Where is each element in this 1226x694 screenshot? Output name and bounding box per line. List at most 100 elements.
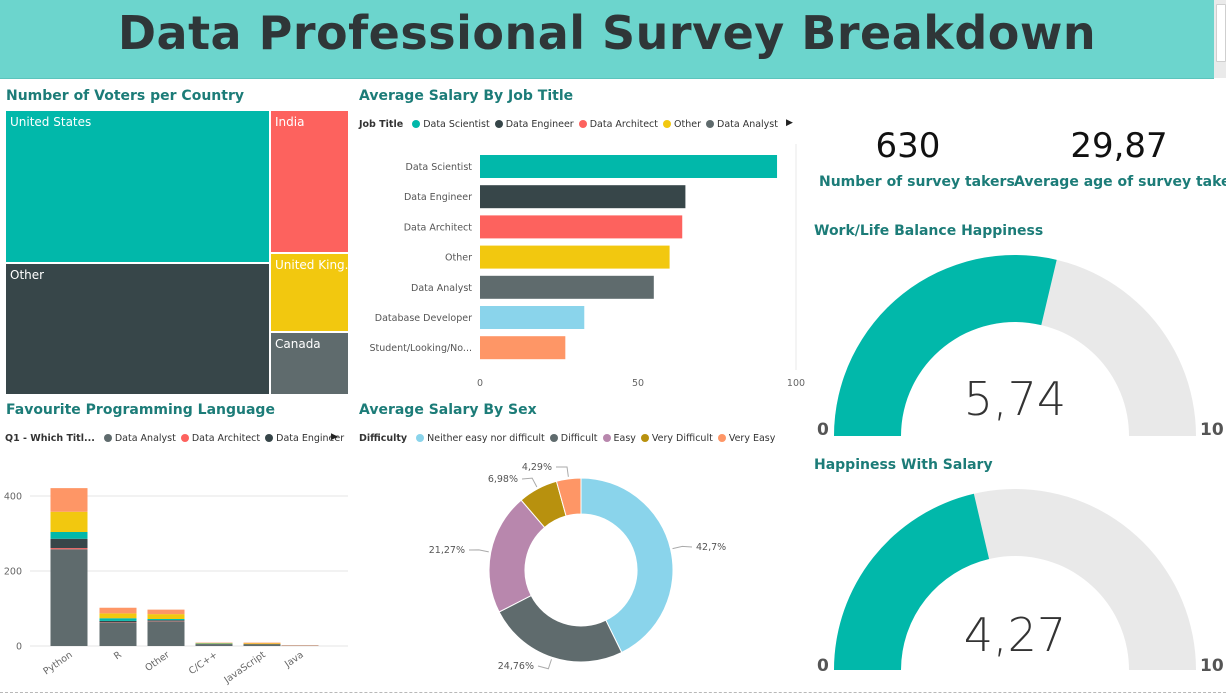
legend-label: Data Engineer	[505, 119, 574, 130]
legend-next-arrow[interactable]: ▶	[331, 432, 338, 442]
legend-label: Very Easy	[728, 433, 776, 444]
legend-title: Difficulty	[359, 433, 408, 444]
category-label: Data Architect	[404, 222, 473, 233]
bar-segment[interactable]	[147, 609, 185, 615]
legend-item[interactable]: Data Architect	[578, 119, 658, 130]
bar-segment[interactable]	[147, 619, 185, 621]
treemap-label: India	[275, 115, 305, 129]
legend-item[interactable]: Very Easy	[717, 433, 776, 444]
slice-label: 24,76%	[498, 661, 534, 672]
x-tick-label: 50	[632, 378, 644, 389]
legend-item[interactable]: Data Architect	[180, 433, 260, 444]
x-tick-label: C/C++	[187, 649, 220, 677]
bar-segment[interactable]	[50, 548, 88, 550]
x-tick-label: 100	[787, 378, 805, 389]
legend-label: Very Difficult	[651, 433, 713, 444]
bar[interactable]	[480, 275, 654, 299]
bar-segment[interactable]	[50, 532, 88, 539]
legend-label: Difficult	[560, 433, 598, 444]
bar[interactable]	[480, 185, 686, 209]
bar-segment[interactable]	[50, 511, 88, 532]
bottom-divider	[0, 692, 1226, 693]
x-tick-label: Python	[41, 649, 74, 677]
bar-segment[interactable]	[147, 621, 185, 646]
scrollbar-thumb[interactable]	[1216, 4, 1226, 62]
treemap-cell-india[interactable]: India	[270, 110, 349, 253]
bar-segment[interactable]	[195, 644, 233, 646]
treemap-cell-united-states[interactable]: United States	[5, 110, 270, 263]
bar-segment[interactable]	[99, 607, 137, 614]
slice-label: 6,98%	[488, 474, 518, 485]
bar-segment[interactable]	[99, 613, 137, 619]
legend-item[interactable]: Easy	[602, 433, 636, 444]
legend-dot-icon	[706, 120, 714, 128]
survey-takers-value: 630	[875, 126, 941, 166]
legend-item[interactable]: Other	[663, 119, 701, 130]
salary-happiness-gauge-title: Happiness With Salary	[814, 457, 993, 473]
legend-item[interactable]: Neither easy nor difficult	[416, 433, 545, 444]
treemap-cell-united-kingdom[interactable]: United King...	[270, 253, 356, 332]
legend-label: Neither easy nor difficult	[427, 433, 545, 444]
legend-title: Job Title	[359, 119, 404, 130]
bar-segment[interactable]	[243, 642, 281, 644]
legend-dot-icon	[103, 434, 112, 442]
leader-line	[468, 549, 489, 553]
category-label: Data Analyst	[411, 283, 472, 294]
salary-job-legend: Job Title Data Scientist Data Engineer Dat…	[359, 119, 783, 130]
legend-item[interactable]: Very Difficult	[640, 433, 713, 444]
legend-item[interactable]: Difficult	[549, 433, 598, 444]
legend-dot-icon	[578, 120, 587, 128]
legend-item[interactable]: Data Engineer	[494, 119, 574, 130]
treemap-cell-canada[interactable]: Canada	[270, 332, 349, 395]
legend-dot-icon	[416, 434, 425, 442]
bar-segment[interactable]	[50, 549, 88, 646]
language-title: Favourite Programming Language	[6, 402, 275, 418]
treemap-title: Number of Voters per Country	[6, 88, 244, 104]
bar-segment[interactable]	[99, 620, 137, 623]
bar-segment[interactable]	[147, 614, 185, 619]
treemap-label: United States	[10, 115, 92, 129]
work-life-gauge-title: Work/Life Balance Happiness	[814, 223, 1044, 239]
category-label: Database Developer	[375, 313, 472, 324]
bar-segment[interactable]	[243, 644, 281, 647]
bar[interactable]	[480, 155, 778, 178]
bar[interactable]	[480, 215, 683, 239]
treemap-cell-other[interactable]: Other	[5, 263, 270, 395]
bar[interactable]	[480, 336, 566, 360]
language-stacked-bar-chart: 0 200 400 Python R Other C/C++ JavaScript Java	[4, 488, 348, 686]
survey-takers-label: Number of survey takers	[819, 174, 1015, 190]
legend-label: Easy	[613, 433, 636, 444]
bar-segment[interactable]	[99, 622, 137, 646]
legend-item[interactable]: Data Analyst	[706, 119, 778, 130]
legend-dot-icon	[663, 120, 672, 128]
bar-segment[interactable]	[243, 643, 281, 645]
legend-dot-icon	[412, 120, 421, 128]
category-label: Student/Looking/No...	[369, 343, 472, 354]
salary-job-title: Average Salary By Job Title	[359, 88, 574, 104]
x-tick-label: JavaScript	[222, 649, 268, 686]
bar-segment[interactable]	[147, 620, 185, 621]
vertical-scrollbar[interactable]	[1214, 0, 1226, 78]
work-life-gauge-value: 5,74	[963, 372, 1067, 426]
leader-line	[521, 477, 538, 488]
legend-dot-icon	[640, 434, 649, 442]
bar-segment[interactable]	[50, 488, 88, 512]
legend-item[interactable]: Data Analyst	[103, 433, 176, 444]
bar-segment[interactable]	[50, 538, 88, 549]
x-tick-label: 0	[477, 378, 483, 389]
bar[interactable]	[480, 245, 670, 269]
work-life-gauge-min: 0	[817, 420, 829, 440]
donut-slice[interactable]	[498, 594, 623, 663]
leader-line	[537, 659, 552, 670]
legend-dot-icon	[180, 434, 189, 442]
header-banner: Data Professional Survey Breakdown	[0, 0, 1214, 79]
legend-next-arrow[interactable]: ▶	[786, 118, 793, 128]
salary-happiness-gauge-min: 0	[817, 656, 829, 676]
legend-item[interactable]: Data Scientist	[412, 119, 490, 130]
legend-label: Data Analyst	[717, 119, 778, 130]
bar[interactable]	[480, 306, 585, 329]
legend-dot-icon	[602, 434, 611, 442]
bar-segment[interactable]	[99, 618, 137, 621]
legend-dot-icon	[265, 434, 274, 442]
slice-label: 21,27%	[429, 545, 465, 556]
